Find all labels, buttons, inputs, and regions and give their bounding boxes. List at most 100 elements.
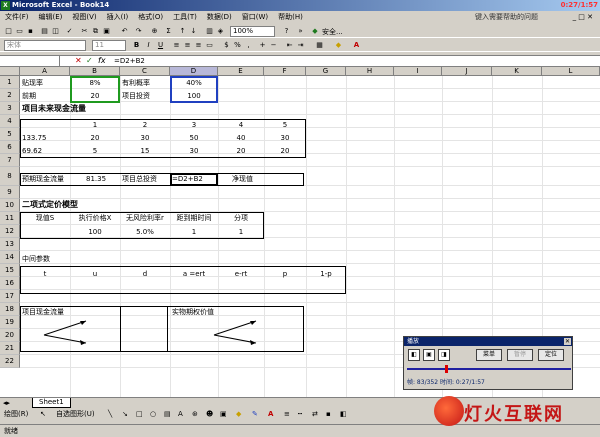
cell-d4[interactable]: 3 xyxy=(170,119,218,131)
row-header-18[interactable]: 18 xyxy=(0,303,20,316)
cell-a14[interactable]: 中间参数 xyxy=(22,253,50,265)
progress-knob[interactable] xyxy=(445,365,449,373)
redo-icon[interactable]: ↷ xyxy=(134,27,143,36)
rectangle-tool-icon[interactable]: □ xyxy=(136,408,143,421)
cell-b4[interactable]: 1 xyxy=(70,119,120,131)
cancel-icon[interactable]: ✕ xyxy=(75,56,82,66)
undo-icon[interactable]: ↶ xyxy=(120,27,129,36)
menu-help[interactable]: 帮助(H) xyxy=(273,11,308,24)
cell-e6[interactable]: 20 xyxy=(218,145,264,157)
cell-c5[interactable]: 30 xyxy=(120,132,170,144)
column-header-g[interactable]: G xyxy=(306,67,346,76)
cell-f4[interactable]: 5 xyxy=(264,119,306,131)
line-tool-icon[interactable]: ╲ xyxy=(108,408,112,421)
borders-icon[interactable]: ▦ xyxy=(315,41,324,50)
column-header-i[interactable]: I xyxy=(394,67,442,76)
row-header-3[interactable]: 3 xyxy=(0,102,20,115)
percent-icon[interactable]: % xyxy=(233,41,242,50)
cell-a15[interactable]: t xyxy=(20,268,70,280)
cell-g15[interactable]: 1-p xyxy=(306,268,346,280)
font-size-select[interactable]: 11 xyxy=(92,40,126,51)
cell-b11[interactable]: 执行价格X xyxy=(70,212,120,224)
player-progress-bar[interactable] xyxy=(407,365,571,373)
cell-d11[interactable]: 距到期时间 xyxy=(170,212,218,224)
cell-e4[interactable]: 4 xyxy=(218,119,264,131)
row-header-22[interactable]: 22 xyxy=(0,355,20,368)
cell-c15[interactable]: d xyxy=(120,268,170,280)
accept-icon[interactable]: ✓ xyxy=(86,56,93,66)
paste-icon[interactable]: ▣ xyxy=(102,27,111,36)
cell-c12[interactable]: 5.0% xyxy=(120,226,170,238)
column-header-a[interactable]: A xyxy=(20,67,70,76)
draw-font-color-icon[interactable]: A xyxy=(268,408,273,421)
row-header-2[interactable]: 2 xyxy=(0,89,20,102)
cell-b5[interactable]: 20 xyxy=(70,132,120,144)
row-header-17[interactable]: 17 xyxy=(0,290,20,303)
security-button[interactable]: 安全... xyxy=(322,27,343,37)
cell-e8[interactable]: 净现值 xyxy=(232,173,253,185)
column-header-b[interactable]: B xyxy=(70,67,120,76)
column-header-f[interactable]: F xyxy=(264,67,306,76)
font-color-icon[interactable]: A xyxy=(352,41,361,50)
cell-b8[interactable]: 81.35 xyxy=(86,173,106,185)
cell-b2[interactable]: 20 xyxy=(70,90,120,102)
tab-sheet1[interactable]: Sheet1 xyxy=(32,398,71,408)
row-header-1[interactable]: 1 xyxy=(0,76,20,89)
preview-icon[interactable]: ◫ xyxy=(51,27,60,36)
save-icon[interactable]: ▪ xyxy=(26,27,35,36)
help-icon[interactable]: ? xyxy=(282,27,291,36)
zoom-select[interactable]: 100% xyxy=(230,26,275,37)
menu-tools[interactable]: 工具(T) xyxy=(168,11,202,24)
row-header-19[interactable]: 19 xyxy=(0,316,20,329)
row-header-7[interactable]: 7 xyxy=(0,154,20,167)
cell-d18[interactable]: 实物期权价值 xyxy=(172,306,214,318)
cell-a6[interactable]: 69.62 xyxy=(22,145,42,157)
merge-icon[interactable]: ▭ xyxy=(205,41,214,50)
select-objects-icon[interactable]: ↖ xyxy=(40,408,46,421)
row-header-20[interactable]: 20 xyxy=(0,329,20,342)
drawing-icon[interactable]: ◈ xyxy=(216,27,225,36)
cell-b6[interactable]: 5 xyxy=(70,145,120,157)
indent-inc-icon[interactable]: ⇥ xyxy=(296,41,305,50)
menu-format[interactable]: 格式(O) xyxy=(133,11,168,24)
close-icon[interactable]: ✕ xyxy=(564,338,571,345)
select-all-corner[interactable] xyxy=(0,67,20,76)
formula-input[interactable]: =D2+B2 xyxy=(114,56,145,66)
cell-a8[interactable]: 预期现金流量 xyxy=(22,173,64,185)
cell-f15[interactable]: p xyxy=(264,268,306,280)
insert-function-icon[interactable]: fx xyxy=(98,56,106,66)
arrow-tool-icon[interactable]: ↘ xyxy=(122,408,128,421)
column-header-j[interactable]: J xyxy=(442,67,492,76)
autosum-icon[interactable]: Σ xyxy=(164,27,173,36)
align-center-icon[interactable]: ≡ xyxy=(183,41,192,50)
cell-c1[interactable]: 有利概率 xyxy=(122,77,150,89)
spell-icon[interactable]: ✓ xyxy=(65,27,74,36)
rewind-button[interactable]: ◧ xyxy=(408,349,420,361)
row-header-21[interactable]: 21 xyxy=(0,342,20,355)
cell-d8[interactable]: =D2+B2 xyxy=(172,173,203,185)
3d-icon[interactable]: ◧ xyxy=(340,408,347,421)
column-header-c[interactable]: C xyxy=(120,67,170,76)
cell-d6[interactable]: 30 xyxy=(170,145,218,157)
textbox-tool-icon[interactable]: ▤ xyxy=(164,408,171,421)
cell-d1[interactable]: 40% xyxy=(170,77,218,89)
hyperlink-icon[interactable]: ⊕ xyxy=(150,27,159,36)
column-header-h[interactable]: H xyxy=(346,67,394,76)
tab-scroll-icon[interactable]: ◂▸ xyxy=(3,398,10,408)
cell-a2[interactable]: 前期 xyxy=(22,90,36,102)
column-header-k[interactable]: K xyxy=(492,67,542,76)
oval-tool-icon[interactable]: ○ xyxy=(150,408,156,421)
draw-menu-button[interactable]: 绘图(R) xyxy=(4,408,28,421)
cell-d12[interactable]: 1 xyxy=(170,226,218,238)
arrow-style-icon[interactable]: ⇄ xyxy=(312,408,318,421)
menu-insert[interactable]: 插入(I) xyxy=(102,11,134,24)
column-header-e[interactable]: E xyxy=(218,67,264,76)
comma-icon[interactable]: , xyxy=(244,41,253,50)
line-style-icon[interactable]: ≡ xyxy=(284,408,290,421)
shadow-icon[interactable]: ▪ xyxy=(326,408,331,421)
indent-dec-icon[interactable]: ⇤ xyxy=(285,41,294,50)
cell-c8[interactable]: 项目总投资 xyxy=(122,173,157,185)
open-icon[interactable]: ▭ xyxy=(15,27,24,36)
wordart-tool-icon[interactable]: A xyxy=(178,408,183,421)
cell-f5[interactable]: 30 xyxy=(264,132,306,144)
